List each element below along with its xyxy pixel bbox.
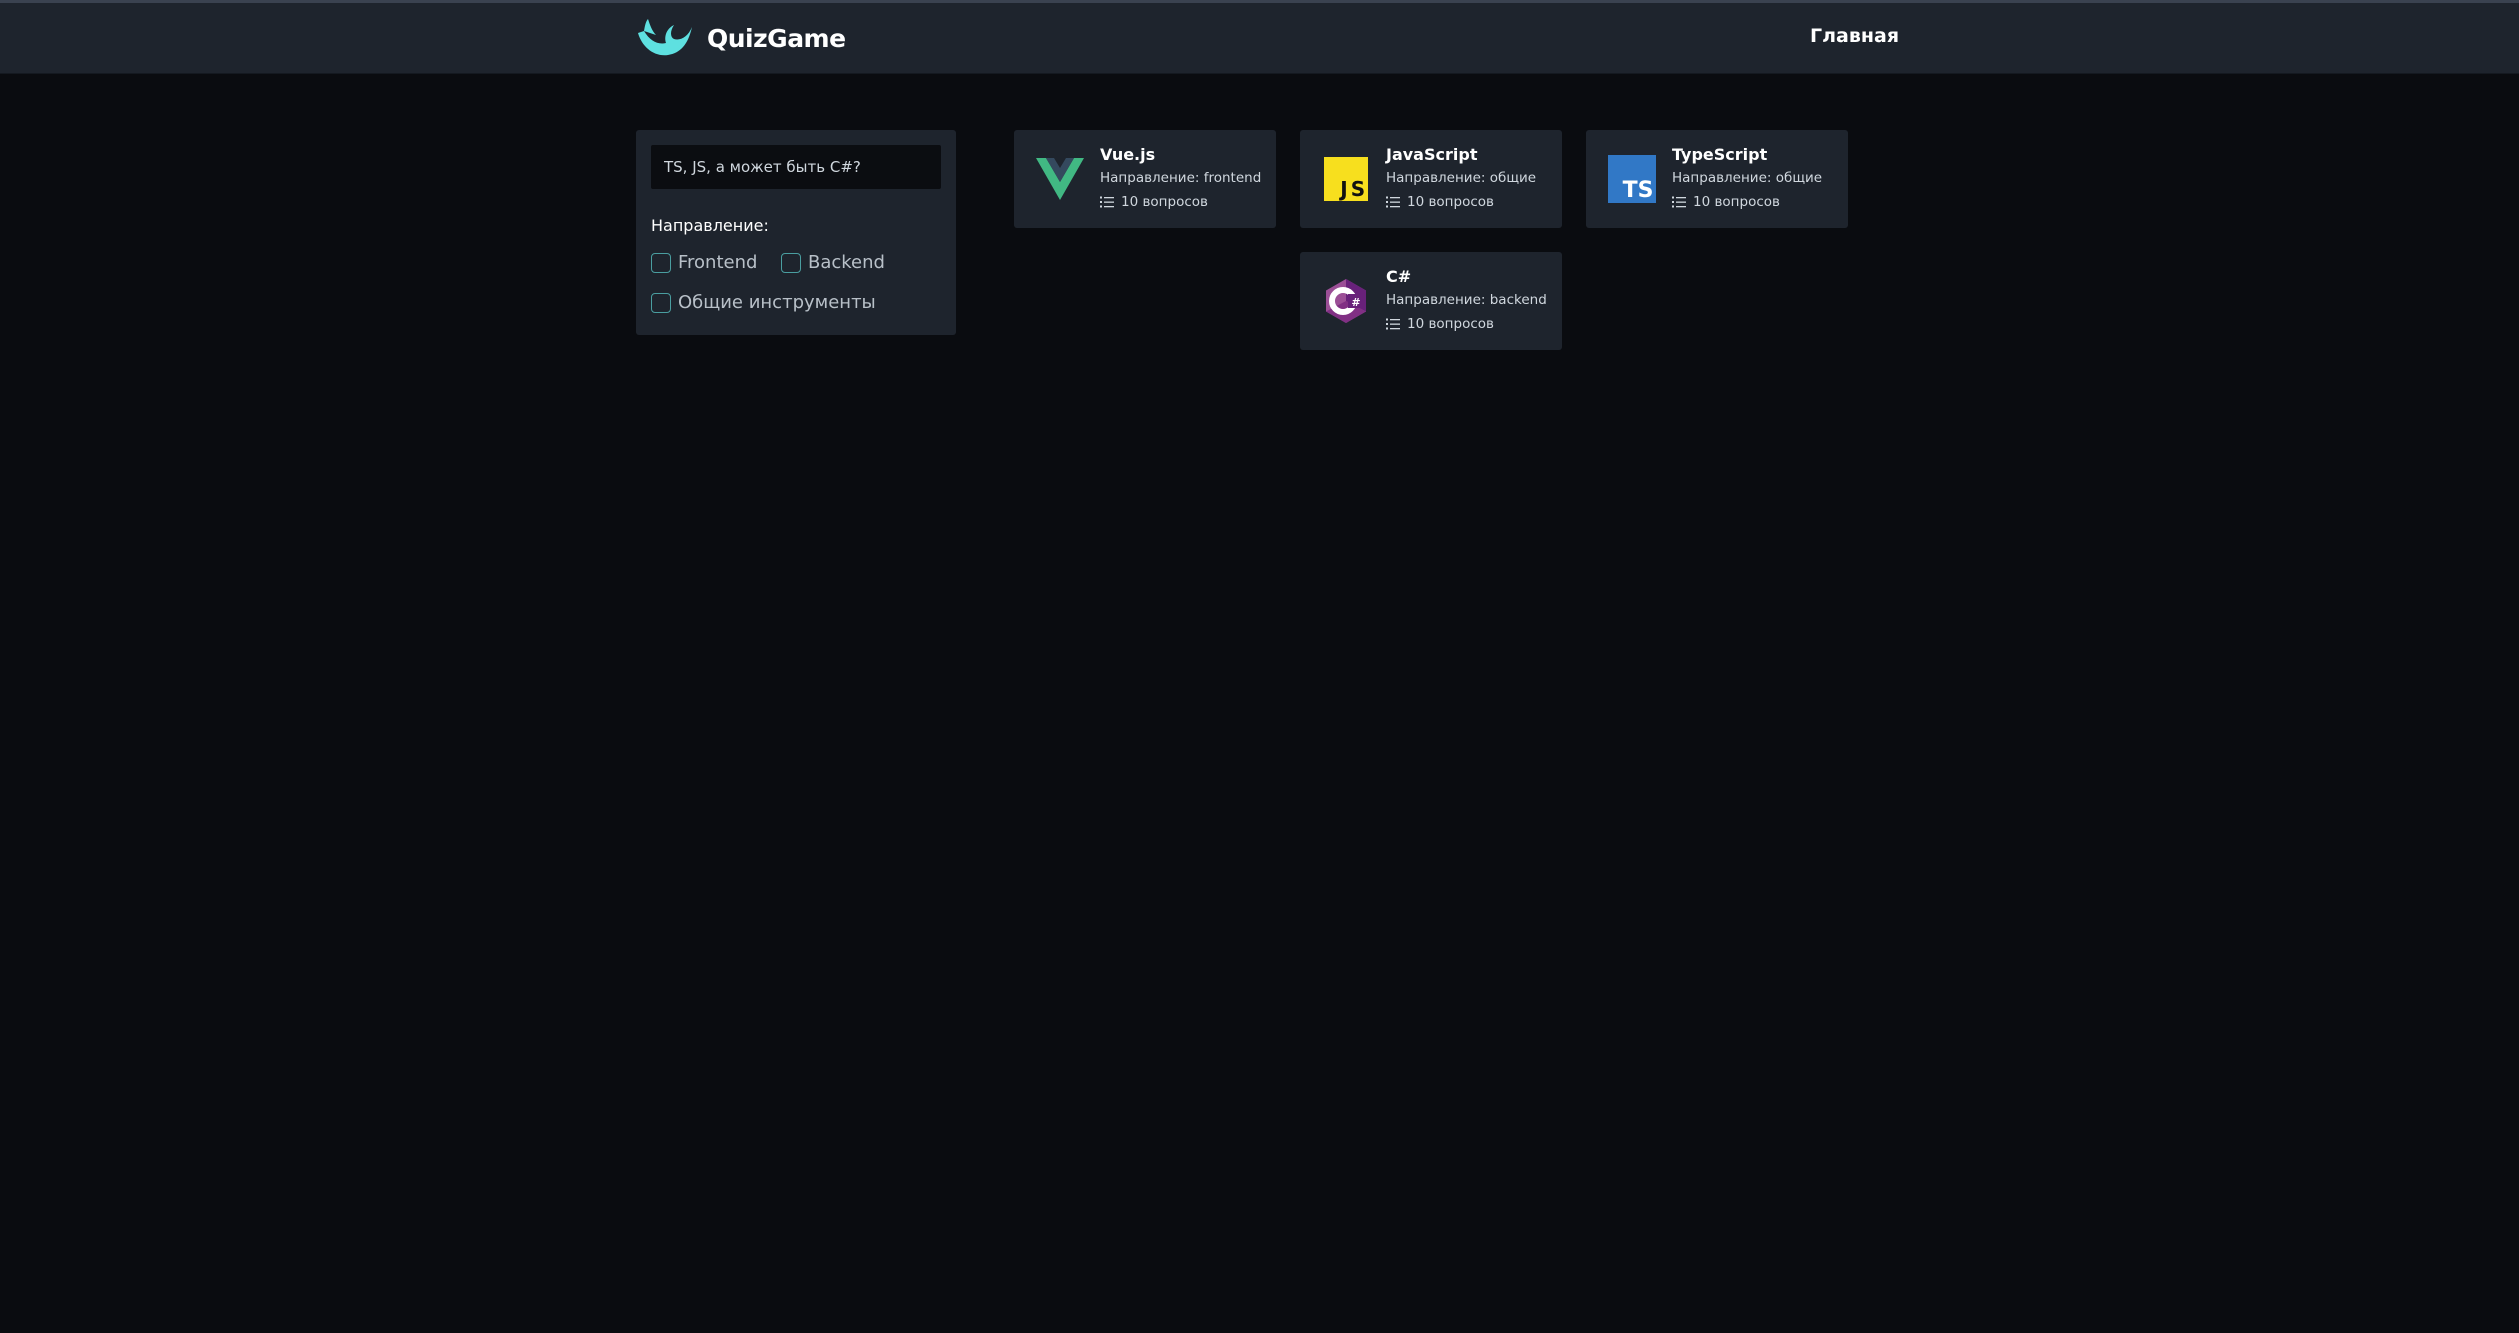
quiz-title: JavaScript <box>1386 145 1478 164</box>
quiz-card-typescript[interactable]: TS TypeScript Направление: общие 10 вопр… <box>1586 130 1848 228</box>
quiz-question-count: 10 вопросов <box>1672 194 1780 210</box>
quiz-question-count: 10 вопросов <box>1100 194 1208 210</box>
checkbox-label: Общие инструменты <box>678 292 876 313</box>
numbered-list-icon <box>1672 196 1686 208</box>
quiz-question-count: 10 вопросов <box>1386 316 1494 332</box>
quiz-question-count: 10 вопросов <box>1386 194 1494 210</box>
svg-text:S: S <box>1351 177 1365 201</box>
filter-checkbox-frontend[interactable]: Frontend <box>651 252 757 273</box>
svg-text:J: J <box>1338 177 1347 201</box>
nav-home-link[interactable]: Главная <box>1810 25 1899 47</box>
search-input[interactable] <box>651 145 941 189</box>
filter-panel: Направление: Frontend Backend Общие инст… <box>636 130 956 335</box>
checkbox[interactable] <box>651 292 671 313</box>
question-count-text: 10 вопросов <box>1693 194 1780 210</box>
logo-link[interactable]: QuizGame <box>636 17 846 59</box>
quiz-direction: Направление: общие <box>1672 170 1823 186</box>
filter-checkbox-general-tools[interactable]: Общие инструменты <box>651 292 876 313</box>
filter-checkbox-backend[interactable]: Backend <box>781 252 885 273</box>
question-count-text: 10 вопросов <box>1407 194 1494 210</box>
quiz-title: TypeScript <box>1672 145 1768 164</box>
quiz-direction: Направление: frontend <box>1100 170 1262 186</box>
numbered-list-icon <box>1386 196 1400 208</box>
vue-logo-icon <box>1036 158 1084 200</box>
direction-label: Направление: <box>651 216 769 235</box>
javascript-logo-icon: S J <box>1324 157 1368 201</box>
app-name: QuizGame <box>707 23 846 53</box>
question-count-text: 10 вопросов <box>1407 316 1494 332</box>
checkbox[interactable] <box>781 252 801 273</box>
typescript-logo-icon: TS <box>1608 155 1656 203</box>
quiz-card-javascript[interactable]: S J JavaScript Направление: общие 10 воп… <box>1300 130 1562 228</box>
quizgame-logo-icon <box>638 19 692 56</box>
quiz-card-csharp[interactable]: # C# Направление: backend 10 вопросов <box>1300 252 1562 350</box>
top-navbar: QuizGame Главная <box>0 3 2519 74</box>
svg-text:#: # <box>1351 296 1360 309</box>
checkbox-label: Backend <box>808 252 885 273</box>
quiz-title: Vue.js <box>1100 145 1156 164</box>
checkbox-label: Frontend <box>678 252 758 273</box>
numbered-list-icon <box>1386 318 1400 330</box>
quiz-card-vue[interactable]: Vue.js Направление: frontend 10 вопросов <box>1014 130 1276 228</box>
csharp-logo-icon: # <box>1326 279 1366 323</box>
svg-text:TS: TS <box>1623 178 1654 203</box>
checkbox[interactable] <box>651 252 671 273</box>
quiz-direction: Направление: общие <box>1386 170 1537 186</box>
question-count-text: 10 вопросов <box>1121 194 1208 210</box>
quiz-title: C# <box>1386 267 1412 286</box>
quiz-direction: Направление: backend <box>1386 292 1547 308</box>
numbered-list-icon <box>1100 196 1114 208</box>
